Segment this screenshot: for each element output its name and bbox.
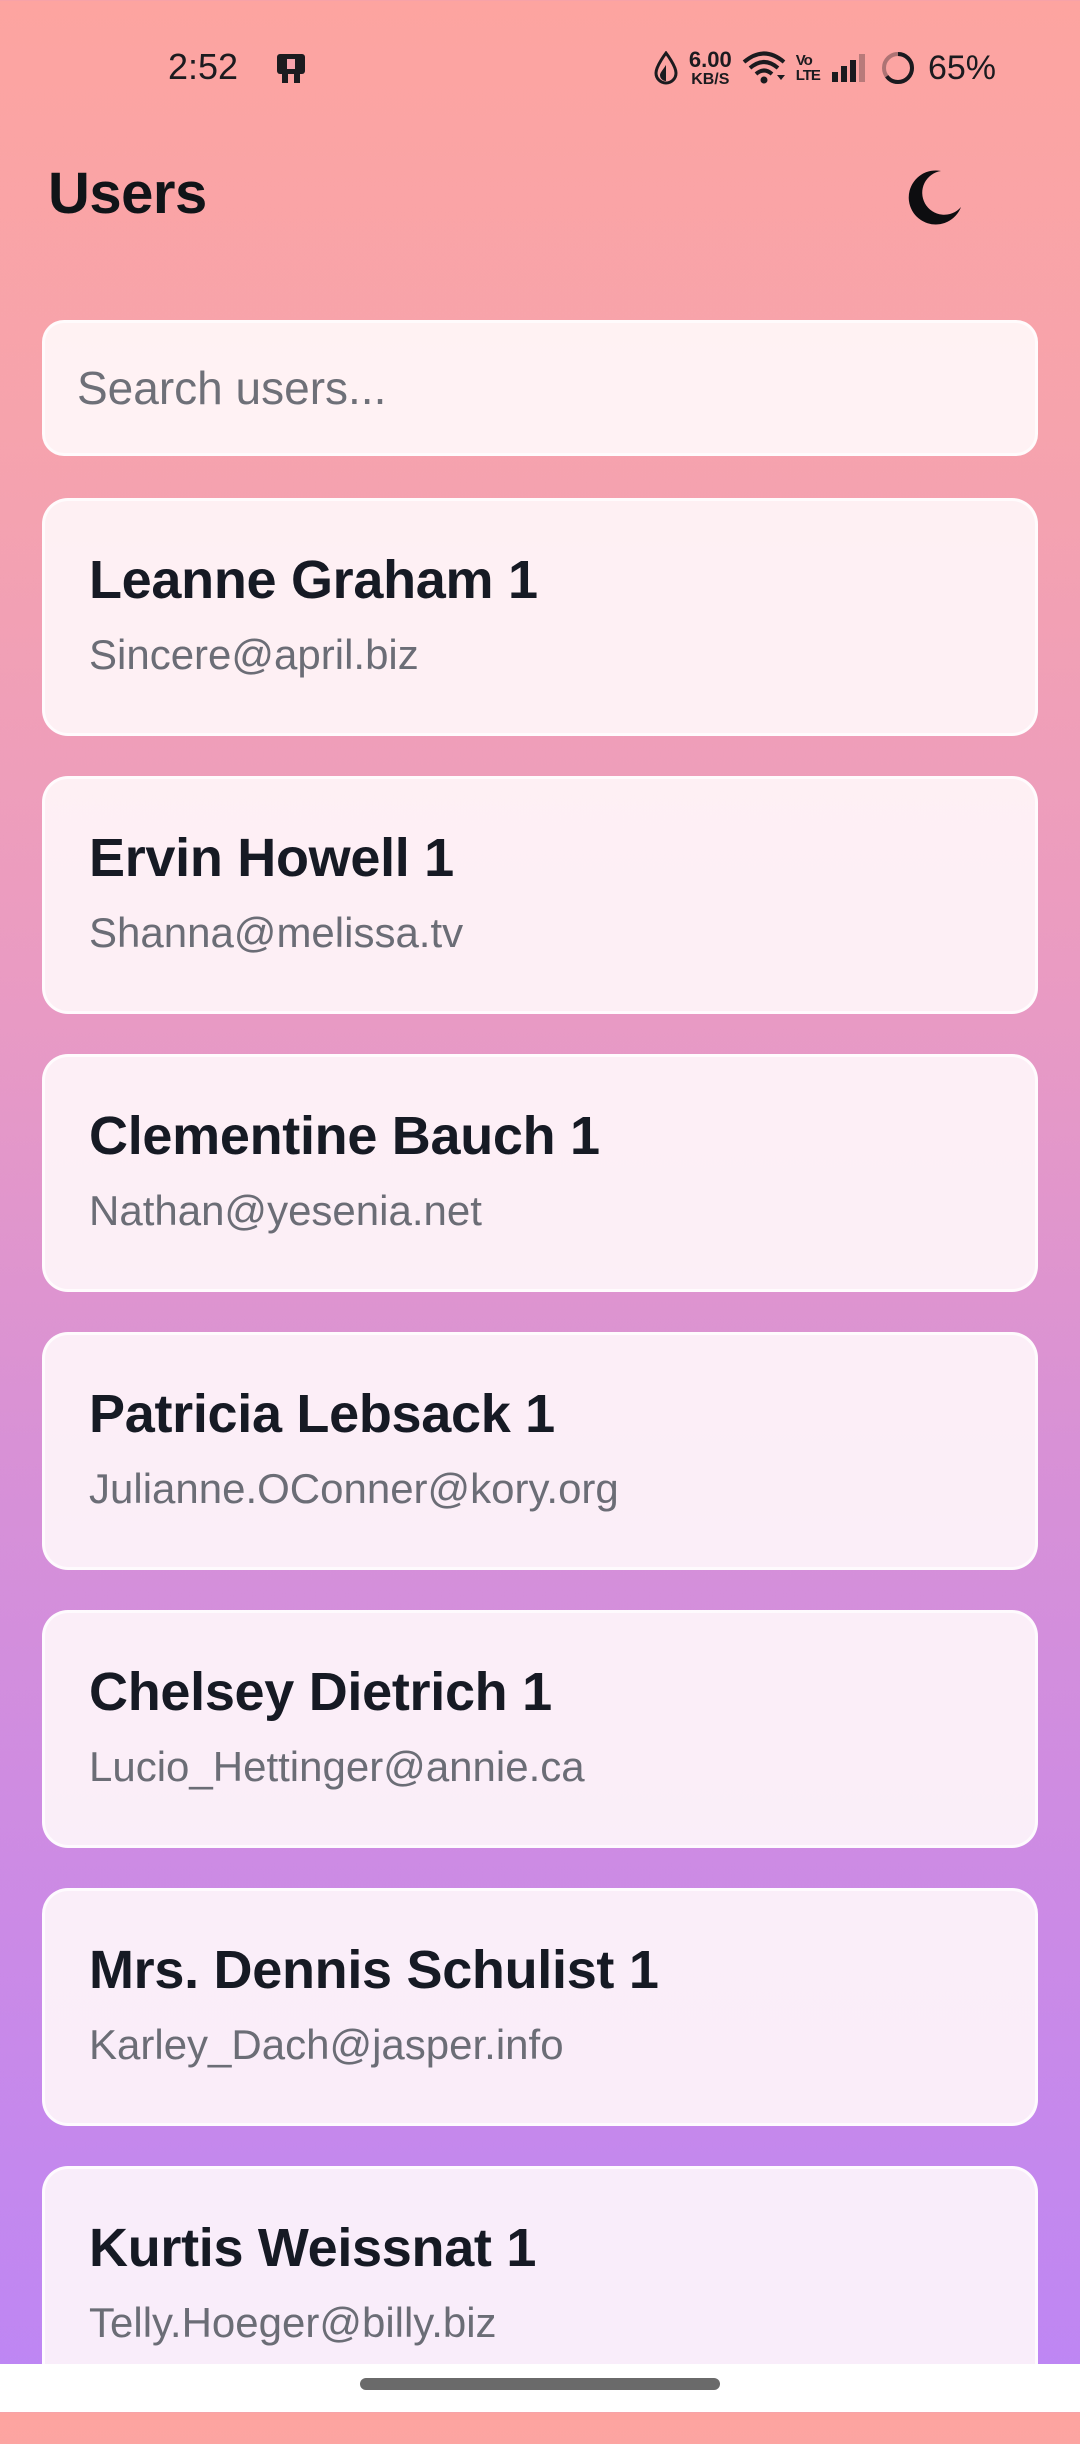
status-time: 2:52	[168, 46, 239, 87]
volte-bottom-text: LTE	[795, 67, 821, 84]
notification-app-icon	[274, 52, 308, 84]
volte-indicator: Vo LTE	[795, 52, 821, 84]
user-card[interactable]: Patricia Lebsack 1 Julianne.OConner@kory…	[42, 1332, 1038, 1570]
signal-strength-icon	[830, 52, 870, 84]
user-name: Clementine Bauch 1	[89, 1106, 600, 1166]
battery-ring-icon	[880, 50, 916, 86]
user-email: Sincere@april.biz	[89, 631, 419, 679]
theme-toggle-button[interactable]	[894, 160, 974, 240]
user-name: Kurtis Weissnat 1	[89, 2218, 537, 2278]
user-email: Julianne.OConner@kory.org	[89, 1465, 619, 1513]
search-input[interactable]	[42, 320, 1038, 456]
user-email: Lucio_Hettinger@annie.ca	[89, 1743, 585, 1791]
user-email: Karley_Dach@jasper.info	[89, 2021, 564, 2069]
user-card[interactable]: Leanne Graham 1 Sincere@april.biz	[42, 498, 1038, 736]
user-list: Leanne Graham 1 Sincere@april.biz Ervin …	[42, 498, 1038, 2444]
network-speed: 6.00 KB/S	[688, 46, 732, 88]
user-card[interactable]: Chelsey Dietrich 1 Lucio_Hettinger@annie…	[42, 1610, 1038, 1848]
network-speed-unit: KB/S	[691, 70, 730, 88]
user-name: Leanne Graham 1	[89, 550, 538, 610]
moon-icon	[903, 167, 965, 234]
user-card[interactable]: Mrs. Dennis Schulist 1 Karley_Dach@jaspe…	[42, 1888, 1038, 2126]
page-title: Users	[48, 161, 207, 226]
user-email: Shanna@melissa.tv	[89, 909, 464, 957]
wifi-icon	[742, 51, 786, 85]
user-email: Telly.Hoeger@billy.biz	[89, 2299, 497, 2347]
home-gesture-handle[interactable]	[360, 2378, 720, 2390]
user-name: Mrs. Dennis Schulist 1	[89, 1940, 659, 2000]
user-name: Chelsey Dietrich 1	[89, 1662, 552, 1722]
status-bar: 2:52 6.00 KB/S Vo LTE 65%	[0, 0, 1080, 130]
user-name: Patricia Lebsack 1	[89, 1384, 555, 1444]
user-card[interactable]: Clementine Bauch 1 Nathan@yesenia.net	[42, 1054, 1038, 1292]
user-email: Nathan@yesenia.net	[89, 1187, 482, 1235]
battery-percent: 65%	[927, 48, 996, 87]
status-indicators: 6.00 KB/S Vo LTE 65%	[653, 44, 996, 92]
network-speed-value: 6.00	[688, 46, 732, 72]
volte-top-text: Vo	[795, 52, 813, 69]
data-saver-icon	[653, 51, 679, 85]
user-card[interactable]: Ervin Howell 1 Shanna@melissa.tv	[42, 776, 1038, 1014]
user-name: Ervin Howell 1	[89, 828, 454, 888]
navigation-bar	[0, 2364, 1080, 2412]
